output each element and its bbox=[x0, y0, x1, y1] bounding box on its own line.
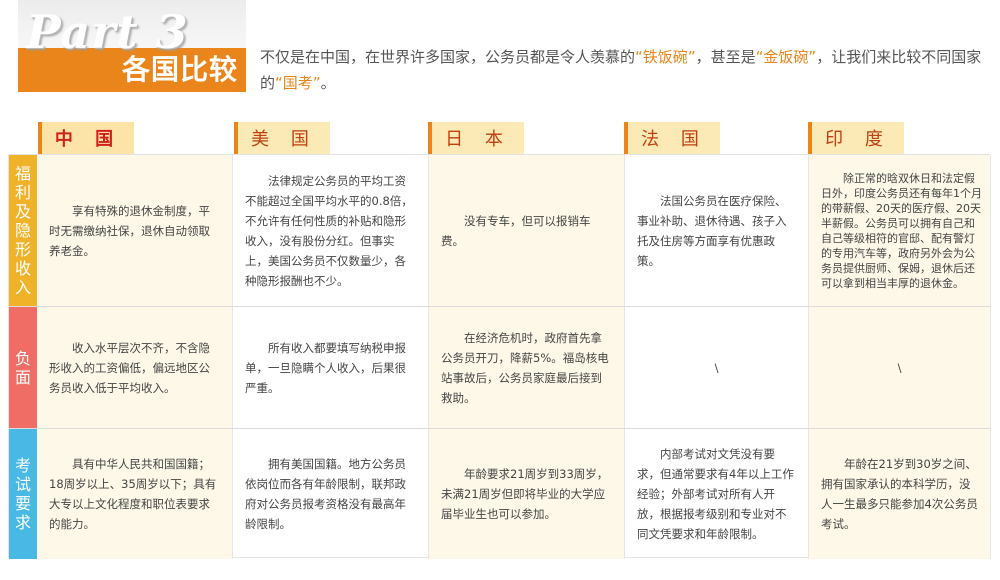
table-body: 福利及隐形收入 享有特殊的退休金制度，平时无需缴纳社保，退休自动领取养老金。 法… bbox=[8, 154, 991, 559]
column-header-china: 中 国 bbox=[38, 122, 134, 154]
table-cell: 拥有美国国籍。地方公务员依岗位而各有年龄限制，联邦政府对公务员报考资格没有最高年… bbox=[233, 429, 429, 559]
highlight-national-exam: 国考 bbox=[282, 74, 313, 92]
section-title: 各国比较 bbox=[121, 53, 238, 86]
table-cell: 法律规定公务员的平均工资不能超过全国平均水平的0.8倍，不允许有任何性质的补贴和… bbox=[233, 155, 429, 306]
comparison-table: 中 国 美 国 日 本 法 国 印 度 福利及隐形收入 享有特殊的退休金制度，平… bbox=[8, 118, 991, 578]
table-cell: 在经济危机时，政府首先拿公务员开刀，降薪5%。福岛核电站事故后，公务员家庭最后接… bbox=[429, 307, 625, 428]
quote-mark: “ bbox=[635, 48, 643, 66]
quote-mark: ” bbox=[312, 74, 321, 92]
table-cell: 内部考试对文凭没有要求，但通常要求有4年以上工作经验；外部考试对所有人开放，根据… bbox=[625, 429, 809, 559]
column-header-usa: 美 国 bbox=[234, 122, 330, 154]
row-label-negative: 负面 bbox=[9, 307, 37, 428]
table-cell: 所有收入都要填写纳税申报单，一旦隐瞒个人收入，后果很严重。 bbox=[233, 307, 429, 428]
table-cell: 除正常的晗双休日和法定假日外，印度公务员还有每年1个月的带薪假、20天的医疗假、… bbox=[809, 155, 991, 306]
row-label-exam: 考试要求 bbox=[9, 429, 37, 559]
highlight-gold-rice-bowl: 金饭碗 bbox=[763, 48, 809, 66]
intro-part: 。 bbox=[320, 74, 336, 92]
table-cell: 年龄要求21周岁到33周岁，未满21周岁但即将毕业的大学应届毕业生也可以参加。 bbox=[429, 429, 625, 559]
table-cell: 年龄在21岁到30岁之间、拥有国家承认的本科学历，没人一生最多只能参加4次公务员… bbox=[809, 429, 991, 559]
row-label-welfare: 福利及隐形收入 bbox=[9, 155, 37, 306]
table-row-exam: 考试要求 具有中华人民共和国国籍；18周岁以上、35周岁以下；具有大专以上文化程… bbox=[9, 429, 991, 559]
table-cell: 收入水平层次不齐，不含隐形收入的工资偏低，偏远地区公务员收入低于平均收入。 bbox=[37, 307, 233, 428]
table-cell: \ bbox=[625, 307, 809, 428]
highlight-iron-rice-bowl: 铁饭碗 bbox=[642, 48, 688, 66]
quote-mark: “ bbox=[275, 74, 283, 92]
intro-text: 不仅是在中国，在世界许多国家，公务员都是令人羡慕的“铁饭碗”，甚至是“金饭碗”，… bbox=[260, 44, 988, 96]
column-header-india: 印 度 bbox=[808, 122, 904, 154]
table-cell: 没有专车，但可以报销车费。 bbox=[429, 155, 625, 306]
column-headers: 中 国 美 国 日 本 法 国 印 度 bbox=[36, 118, 990, 154]
table-cell: 享有特殊的退休金制度，平时无需缴纳社保，退休自动领取养老金。 bbox=[37, 155, 233, 306]
intro-part: 不仅是在中国，在世界许多国家，公务员都是令人羡慕的 bbox=[260, 48, 636, 66]
part-badge: Part 3 各国比较 bbox=[18, 0, 246, 92]
quote-mark: ” bbox=[687, 48, 696, 66]
table-cell: 具有中华人民共和国国籍；18周岁以上、35周岁以下；具有大专以上文化程度和职位表… bbox=[37, 429, 233, 559]
column-header-japan: 日 本 bbox=[428, 122, 524, 154]
table-row-welfare: 福利及隐形收入 享有特殊的退休金制度，平时无需缴纳社保，退休自动领取养老金。 法… bbox=[9, 155, 991, 307]
intro-part: ，甚至是 bbox=[695, 48, 756, 66]
column-header-france: 法 国 bbox=[624, 122, 720, 154]
table-cell: \ bbox=[809, 307, 991, 428]
table-row-negative: 负面 收入水平层次不齐，不含隐形收入的工资偏低，偏远地区公务员收入低于平均收入。… bbox=[9, 307, 991, 429]
table-cell: 法国公务员在医疗保险、事业补助、退休待遇、孩子入托及住房等方面享有优惠政策。 bbox=[625, 155, 809, 306]
